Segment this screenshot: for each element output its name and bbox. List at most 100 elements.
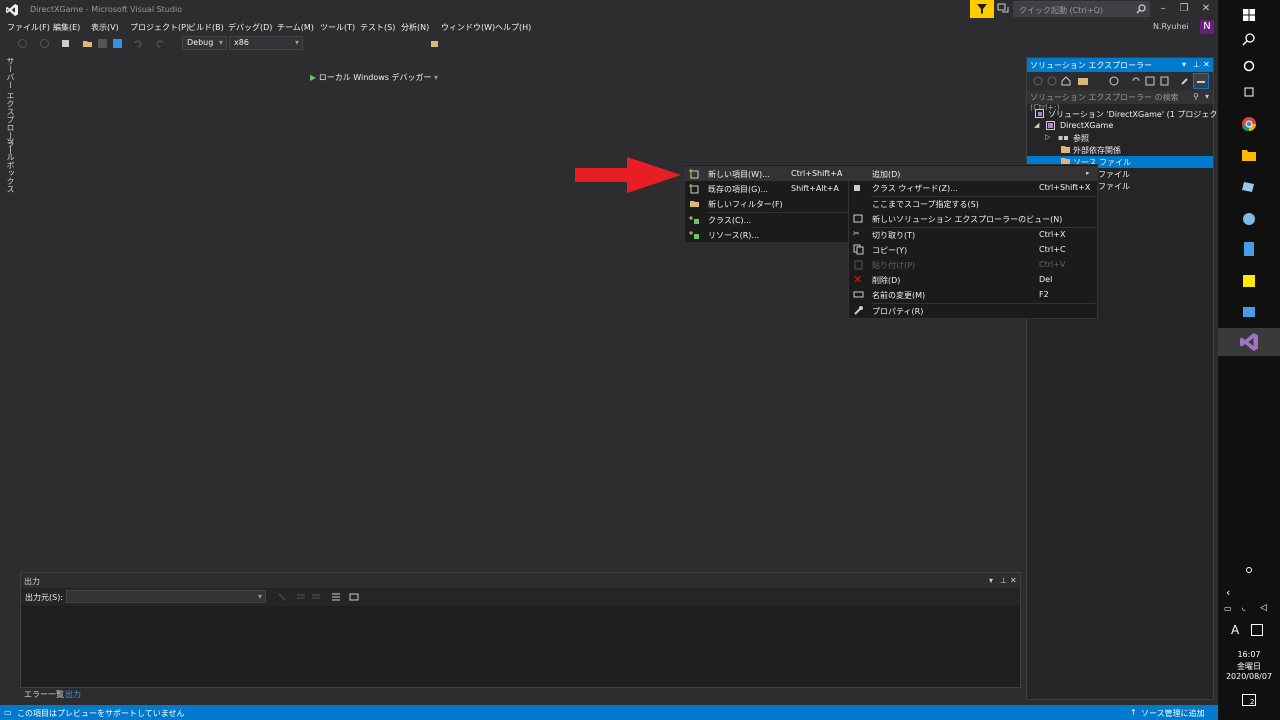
menu-item-scope[interactable]: ここまでスコープ指定する(S) <box>849 196 1097 211</box>
close-icon[interactable]: ✕ <box>1203 60 1210 69</box>
menu-debug[interactable]: デバッグ(D) <box>228 22 272 33</box>
menu-item-resource[interactable]: リソース(R)... <box>685 227 848 242</box>
redo-icon[interactable] <box>155 38 166 49</box>
clock-time[interactable]: 16:07 <box>1218 650 1280 659</box>
word-wrap-icon[interactable] <box>349 592 359 602</box>
close-icon[interactable]: ✕ <box>1010 576 1017 585</box>
people-icon[interactable] <box>1240 563 1258 581</box>
menu-project[interactable]: プロジェクト(P) <box>130 22 189 33</box>
back-icon[interactable] <box>1033 76 1043 86</box>
home-icon[interactable] <box>1061 76 1071 86</box>
menu-window[interactable]: ウィンドウ(W) <box>441 22 495 33</box>
menu-edit[interactable]: 編集(E) <box>53 22 80 33</box>
pending-changes-icon[interactable] <box>1109 76 1119 86</box>
windows-start-icon[interactable] <box>1240 6 1258 24</box>
menu-team[interactable]: チーム(M) <box>277 22 314 33</box>
ime-indicator[interactable]: A <box>1231 623 1239 637</box>
task-view-icon[interactable] <box>1240 83 1258 101</box>
keyboard-icon[interactable] <box>1251 624 1263 636</box>
solution-config-select[interactable]: Debug ▾ <box>182 36 227 50</box>
restore-button[interactable]: ❐ <box>1174 1 1194 17</box>
tab-error-list[interactable]: エラー一覧 <box>24 689 64 700</box>
menu-item-new-filter[interactable]: 新しいフィルター(F) <box>685 196 848 211</box>
paint-icon[interactable] <box>1240 210 1258 228</box>
user-name[interactable]: N.Ryuhei <box>1153 22 1189 31</box>
close-window-button[interactable]: ✕ <box>1196 1 1216 17</box>
menu-item-existing-item[interactable]: 既存の項目(G)... Shift+Alt+A <box>685 181 848 196</box>
calculator-icon[interactable] <box>1240 240 1258 258</box>
menu-help[interactable]: ヘルプ(H) <box>495 22 531 33</box>
menu-item-new-item[interactable]: 新しい項目(W)... Ctrl+Shift+A <box>685 166 848 181</box>
next-message-icon[interactable] <box>311 592 321 602</box>
search-icon[interactable] <box>1240 31 1258 49</box>
forward-icon[interactable] <box>1047 76 1057 86</box>
menu-view[interactable]: 表示(V) <box>91 22 119 33</box>
show-all-files-icon[interactable] <box>1159 76 1169 86</box>
find-message-icon[interactable] <box>277 592 287 602</box>
tree-references[interactable]: ▷ ▪▪ 参照 <box>1027 132 1213 144</box>
switch-views-icon[interactable] <box>1077 76 1089 86</box>
chrome-icon[interactable] <box>1240 115 1258 133</box>
menu-test[interactable]: テスト(S) <box>360 22 395 33</box>
window-position-icon[interactable]: ▾ <box>1182 60 1186 69</box>
tree-project[interactable]: ◢ DirectXGame <box>1027 120 1213 132</box>
minimize-button[interactable]: – <box>1153 1 1173 17</box>
platform-select[interactable]: x86 ▾ <box>229 36 303 50</box>
menu-tools[interactable]: ツール(T) <box>320 22 355 33</box>
output-content[interactable] <box>21 606 1020 687</box>
feedback-button[interactable] <box>970 0 994 18</box>
forward-icon[interactable] <box>39 38 50 49</box>
new-project-icon[interactable] <box>60 38 71 49</box>
app-window-icon[interactable] <box>1240 303 1258 321</box>
menu-item-class-wizard[interactable]: クラス ウィザード(Z)... Ctrl+Shift+X <box>849 180 1097 195</box>
save-icon[interactable] <box>97 38 108 49</box>
menu-item-new-view[interactable]: 新しいソリューション エクスプローラーのビュー(N) <box>849 211 1097 226</box>
menu-build[interactable]: ビルド(B) <box>188 22 224 33</box>
menu-file[interactable]: ファイル(F) <box>7 22 50 33</box>
back-icon[interactable] <box>17 38 28 49</box>
menu-item-paste[interactable]: 貼り付け(P) Ctrl+V <box>849 257 1097 272</box>
live-share-icon[interactable] <box>997 3 1009 15</box>
tab-output[interactable]: 出力 <box>65 689 81 700</box>
menu-item-delete[interactable]: ✕ 削除(D) Del <box>849 272 1097 287</box>
quick-launch-input[interactable]: クイック起動 (Ctrl+Q) <box>1013 1 1150 17</box>
properties-icon[interactable] <box>1180 76 1190 86</box>
window-position-icon[interactable]: ▾ <box>989 576 993 585</box>
menu-item-cut[interactable]: ✂ 切り取り(T) Ctrl+X <box>849 227 1097 242</box>
collapse-all-icon[interactable] <box>1145 76 1155 86</box>
clock-day[interactable]: 金曜日 <box>1218 661 1280 672</box>
start-debugging-button[interactable]: ▶ ローカル Windows デバッガー ▾ <box>310 72 438 83</box>
expand-icon[interactable]: ◢ <box>1034 121 1039 129</box>
source-control-button[interactable]: ソース管理に追加 <box>1141 708 1205 719</box>
solution-explorer-search-input[interactable]: ソリューション エクスプローラー の検索 (Ctrl+;) ⚲ ▾ <box>1027 90 1213 112</box>
pin-icon[interactable]: ⊥ <box>1193 60 1200 69</box>
sync-icon[interactable] <box>1131 76 1141 86</box>
previous-message-icon[interactable] <box>296 592 306 602</box>
menu-item-properties[interactable]: プロパティ(R) <box>849 303 1097 318</box>
collapsed-icon[interactable]: ▷ <box>1045 133 1050 141</box>
undo-icon[interactable] <box>132 38 143 49</box>
tree-solution[interactable]: ソリューション 'DirectXGame' (1 プロジェクト) <box>1027 108 1228 120</box>
battery-icon[interactable]: ▭ <box>1224 604 1232 613</box>
sticky-notes-icon[interactable] <box>1240 272 1258 290</box>
avatar[interactable]: N <box>1200 20 1214 34</box>
file-explorer-icon[interactable] <box>1240 146 1258 164</box>
pin-icon[interactable]: ⊥ <box>1000 576 1007 585</box>
app-icon[interactable] <box>1240 178 1258 196</box>
menu-analyze[interactable]: 分析(N) <box>401 22 429 33</box>
menu-item-class[interactable]: クラス(C)... <box>685 212 848 227</box>
find-icon[interactable] <box>430 38 441 49</box>
wifi-icon[interactable]: ◟ <box>1242 603 1246 613</box>
chevron-up-icon[interactable]: ‹ <box>1226 586 1230 599</box>
tab-toolbox[interactable]: ツールボックス <box>5 137 16 193</box>
clear-all-icon[interactable] <box>331 592 341 602</box>
clock-date[interactable]: 2020/08/07 <box>1218 672 1280 681</box>
taskbar-item-visual-studio[interactable] <box>1218 328 1280 356</box>
preview-selected-toggle[interactable] <box>1193 73 1209 89</box>
volume-icon[interactable]: ◁ <box>1260 603 1267 613</box>
open-file-icon[interactable] <box>82 38 93 49</box>
save-all-icon[interactable] <box>112 38 123 49</box>
output-source-select[interactable]: ▾ <box>66 590 266 603</box>
cortana-icon[interactable] <box>1240 57 1258 75</box>
tree-external-dependencies[interactable]: 外部依存関係 <box>1027 144 1213 156</box>
